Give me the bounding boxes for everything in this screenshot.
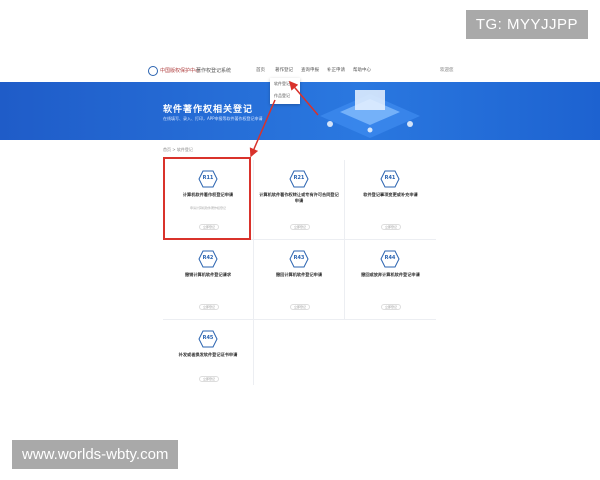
card-code: R45 <box>202 335 214 341</box>
card-r44[interactable]: R44 撤回或放弃计算机软件登记申请 立即登记 <box>345 240 436 320</box>
register-button[interactable]: 立即登记 <box>199 376 219 382</box>
system-title: 著作权登记系统 <box>196 68 232 74</box>
card-r21[interactable]: R21 计算机软件著作权转让或专有许可合同登记申请 立即登记 <box>254 160 345 240</box>
nav-correction[interactable]: 补正申请 <box>327 67 345 73</box>
site-logo[interactable]: 中国版权保护中心 <box>160 67 200 74</box>
registration-dropdown: 软件登记 作品登记 <box>270 78 300 104</box>
register-button[interactable]: 立即登记 <box>381 304 401 310</box>
watermark-bottom: www.worlds-wbty.com <box>12 440 179 469</box>
card-r45[interactable]: R45 补发或者换发软件登记证书申请 立即登记 <box>163 320 254 385</box>
card-title: 撤回或放弃计算机软件登记申请 <box>361 272 420 277</box>
nav-home[interactable]: 首页 <box>256 67 265 73</box>
isometric-illustration <box>320 90 420 138</box>
logo-icon <box>148 66 158 76</box>
screenshot-page: 中国版权保护中心 著作权登记系统 首页 著作登记 查询申报 补正申请 帮助中心 … <box>0 60 600 420</box>
card-code: R43 <box>293 255 305 261</box>
breadcrumb: 首页 > 软件登记 <box>163 147 193 152</box>
card-code: R44 <box>384 255 396 261</box>
hero-banner: 软件著作权相关登记 在线填写、录入、打印，APP申报等软件著作权登记申请 <box>0 82 600 140</box>
banner-title: 软件著作权相关登记 <box>163 105 254 115</box>
card-r43[interactable]: R43 撤回计算机软件登记申请 立即登记 <box>254 240 345 320</box>
card-code: R42 <box>202 255 214 261</box>
card-r42[interactable]: R42 撤销计算机软件登记请求 立即登记 <box>163 240 254 320</box>
nav-query[interactable]: 查询申报 <box>301 67 319 73</box>
dropdown-item-works[interactable]: 作品登记 <box>270 90 300 102</box>
card-r41[interactable]: R41 软件登记事项变更或补充申请 立即登记 <box>345 160 436 240</box>
banner-subtitle: 在线填写、录入、打印，APP申报等软件著作权登记申请 <box>163 116 263 121</box>
watermark-top: TG: MYYJJPP <box>465 10 588 39</box>
nav-help[interactable]: 帮助中心 <box>353 67 371 73</box>
top-navbar: 中国版权保护中心 著作权登记系统 首页 著作登记 查询申报 补正申请 帮助中心 … <box>0 60 600 83</box>
card-title: 撤销计算机软件登记请求 <box>184 272 232 277</box>
card-title: 计算机软件著作权转让或专有许可合同登记申请 <box>259 192 339 203</box>
nav-registration[interactable]: 著作登记 <box>275 67 293 73</box>
user-greeting[interactable]: 欢迎您 <box>440 67 454 73</box>
register-button[interactable]: 立即登记 <box>199 304 219 310</box>
card-code: R41 <box>384 175 396 181</box>
card-title: 补发或者换发软件登记证书申请 <box>178 352 238 357</box>
dropdown-item-software[interactable]: 软件登记 <box>270 78 300 90</box>
card-title: 撤回计算机软件登记申请 <box>275 272 323 277</box>
register-button[interactable]: 立即登记 <box>290 304 310 310</box>
register-button[interactable]: 立即登记 <box>290 224 310 230</box>
register-button[interactable]: 立即登记 <box>381 224 401 230</box>
card-code: R21 <box>293 175 305 181</box>
highlight-box <box>163 157 251 240</box>
card-title: 软件登记事项变更或补充申请 <box>363 192 418 197</box>
